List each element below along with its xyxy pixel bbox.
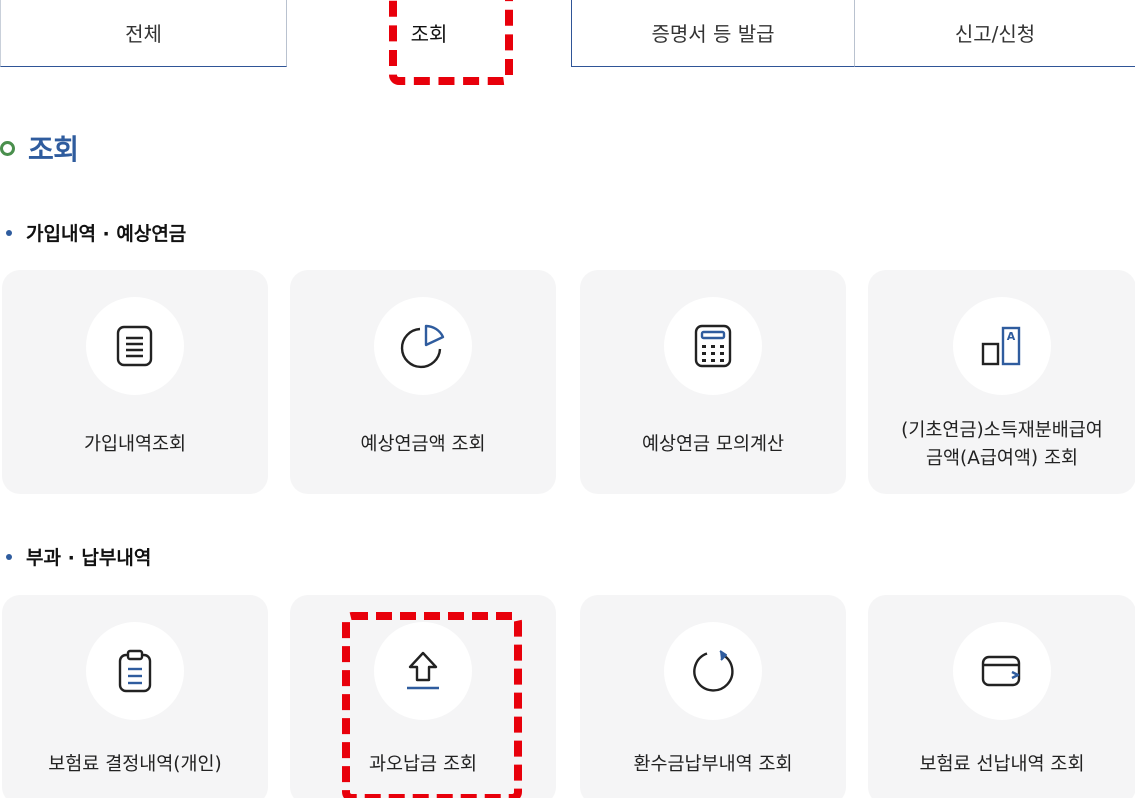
card-overpayment[interactable]: 과오납금 조회 [290, 595, 556, 798]
card-label: (기초연금)소득재분배급여 금액(A급여액) 조회 [878, 410, 1126, 480]
refresh-icon [693, 650, 734, 692]
card-label: 예상연금액 조회 [360, 434, 486, 455]
card-prepayment[interactable]: 보험료 선납내역 조회 [868, 595, 1135, 798]
wallet-icon [981, 655, 1021, 687]
card-pension-simulation[interactable]: 예상연금 모의계산 [580, 270, 846, 494]
card-label: 환수금납부내역 조회 [633, 754, 793, 775]
tab-certificate[interactable]: 증명서 등 발급 [571, 0, 855, 67]
document-list-icon [116, 325, 153, 367]
tab-all[interactable]: 전체 [0, 0, 287, 67]
card-expected-pension[interactable]: 예상연금액 조회 [290, 270, 556, 494]
section-title: 조회 [28, 133, 79, 166]
card-label: 보험료 결정내역(개인) [48, 754, 222, 775]
calculator-icon [694, 324, 732, 368]
card-subscription-history[interactable]: 가입내역조회 [2, 270, 268, 494]
card-label: 가입내역조회 [83, 434, 187, 455]
card-a-benefit-amount[interactable]: A (기초연금)소득재분배급여 금액(A급여액) 조회 [868, 270, 1135, 494]
card-icon-circle [953, 622, 1051, 720]
tab-report[interactable]: 신고/신청 [855, 0, 1135, 67]
card-icon-circle [86, 622, 184, 720]
card-icon-circle [86, 297, 184, 395]
tab-bar: 전체 조회 증명서 등 발급 신고/신청 [0, 0, 1135, 67]
card-label-line1: (기초연금)소득재분배급여 [901, 420, 1103, 441]
clipboard-icon [118, 649, 152, 693]
tab-inquiry-label: 조회 [410, 22, 448, 46]
bar-a-icon: A [981, 326, 1021, 366]
tab-certificate-label: 증명서 등 발급 [651, 21, 775, 46]
section-heading: 조회 [0, 128, 79, 168]
card-label: 과오납금 조회 [368, 754, 477, 775]
card-premium-decision[interactable]: 보험료 결정내역(개인) [2, 595, 268, 798]
card-refund-payment[interactable]: 환수금납부내역 조회 [580, 595, 846, 798]
upload-arrow-icon [407, 651, 439, 690]
card-label: 보험료 선납내역 조회 [919, 754, 1085, 775]
pie-chart-icon [400, 324, 445, 369]
ring-bullet-icon [0, 140, 15, 156]
tab-report-label: 신고/신청 [954, 21, 1036, 46]
card-label: 예상연금 모의계산 [641, 434, 785, 455]
group-heading-label: 부과 · 납부내역 [26, 547, 152, 569]
card-icon-circle: A [953, 297, 1051, 395]
bullet-dot-icon [6, 553, 12, 560]
card-label-line2: 금액(A급여액) 조회 [925, 448, 1079, 469]
card-icon-circle [374, 622, 472, 720]
group-heading-payment: 부과 · 납부내역 [6, 543, 151, 570]
card-icon-circle [374, 297, 472, 395]
group-heading-label: 가입내역 · 예상연금 [26, 223, 187, 245]
tab-all-label: 전체 [125, 21, 162, 46]
bullet-dot-icon [6, 229, 12, 236]
card-icon-circle [664, 297, 762, 395]
card-row-subscription: 가입내역조회 예상연금액 조회 예상연금 모의계산 A (기초연금)소득재분배급… [2, 270, 1135, 494]
group-heading-subscription: 가입내역 · 예상연금 [6, 219, 186, 246]
card-row-payment: 보험료 결정내역(개인) 과오납금 조회 환수금납부내역 조회 보험료 선납내역… [2, 595, 1135, 798]
svg-text:A: A [1007, 330, 1016, 343]
card-icon-circle [664, 622, 762, 720]
tab-inquiry[interactable]: 조회 [287, 0, 571, 67]
